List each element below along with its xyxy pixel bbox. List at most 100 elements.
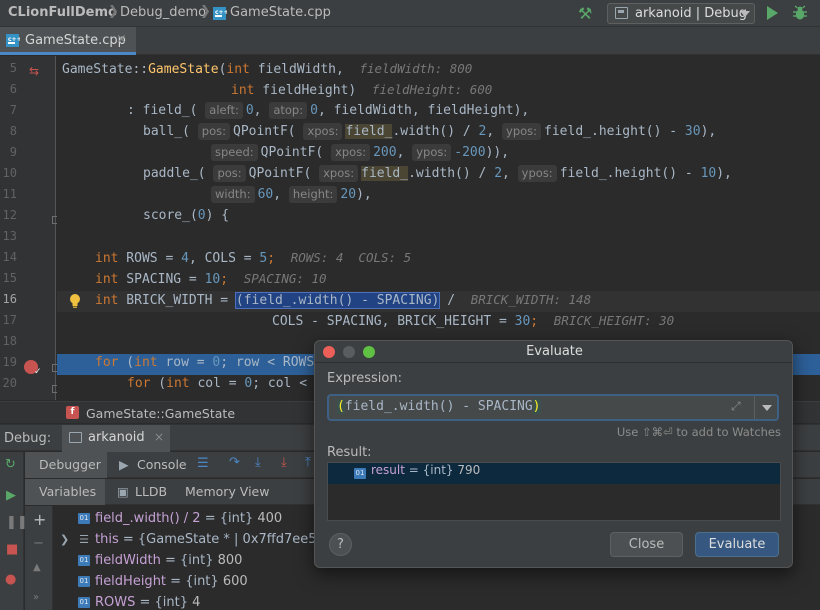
line-number: 20 [2,376,17,390]
code-line-11: width: 60, height: 20), [211,184,372,205]
parameter-hint: pos: [213,165,246,182]
inline-value: BRICK_HEIGHT: 30 [553,313,675,328]
code-line-14: int ROWS = 4, COLS = 5; ROWS: 4 COLS: 5 [95,250,412,266]
tab-memory-view[interactable]: Memory View [183,479,283,505]
configuration-icon [615,7,628,19]
parameter-hint: speed: [211,144,258,161]
result-row[interactable]: 01 result = {int} 790 [328,463,780,484]
breadcrumb-separator: ❯ [108,4,119,19]
tab-variables-label: Variables [39,484,97,499]
breadcrumb-project[interactable]: CLionFullDemo [8,5,117,20]
chevron-down-icon [740,11,750,17]
inline-value: ROWS: 4 COLS: 5 [290,250,412,265]
expression-input[interactable]: (field_.width() - SPACING) ⤢ [327,394,779,421]
parameter-hint: xpos: [331,144,371,161]
breadcrumb-folder[interactable]: Debug_demo [120,5,206,20]
run-configuration-label: arkanoid | Debug [635,6,748,21]
result-label: Result: [327,445,372,460]
line-number: 7 [9,103,17,117]
build-hammer-icon[interactable]: ⚒ [578,4,592,23]
expression-label: Expression: [327,371,402,386]
debug-side-toolbar: ↻ ▶ ❚❚ ■ ● [0,452,28,610]
usage-highlight: field_ [345,124,393,139]
parameter-hint: ypos: [412,144,452,161]
result-tree[interactable]: 01 result = {int} 790 [327,462,781,521]
debug-bug-icon[interactable] [792,5,808,21]
int-variable-icon: 01 [78,597,90,608]
dialog-title-bar: Evaluate [315,341,792,363]
show-execution-point-icon[interactable]: ☰ [197,456,209,471]
line-number: 8 [9,124,17,138]
dropdown-separator [754,396,755,419]
tab-console-label: Console [137,457,187,472]
step-out-icon[interactable]: ⤒ [305,455,311,470]
parameter-hint: xpos: [319,165,359,182]
breadcrumb-file[interactable]: GameState.cpp [230,5,331,20]
step-over-icon[interactable]: ↷ [229,455,240,470]
console-icon: ▶ [119,457,129,472]
stop-icon[interactable]: ■ [6,542,18,557]
force-step-into-icon[interactable]: ⤓ [281,455,287,470]
code-line-6: int fieldHeight) fieldHeight: 600 [231,82,493,98]
swap-declaration-icon[interactable]: ⇆ [29,64,39,78]
struct-variable-icon: ☰ [79,533,89,546]
view-breakpoints-icon[interactable]: ● [5,572,16,587]
line-number: 12 [2,208,17,222]
tab-label: GameState.cpp [25,33,126,48]
code-line-15: int SPACING = 10; SPACING: 10 [95,271,327,287]
int-variable-icon: 01 [78,513,90,524]
tab-lldb[interactable]: ▣ LLDB [113,479,175,505]
code-line-10: paddle_( pos: QPointF( xpos: field_.width(… [143,165,732,182]
expand-arrow-icon[interactable]: ❯ [60,529,69,550]
variable-row[interactable]: 01 fieldHeight = {int} 600 [54,571,820,592]
close-button[interactable]: Close [610,532,683,557]
terminal-icon: ▣ [117,484,129,499]
tab-variables[interactable]: Variables [25,479,105,505]
run-configuration-select[interactable]: arkanoid | Debug [607,3,755,24]
resume-icon[interactable]: ▶ [6,488,16,503]
parameter-hint: ypos: [517,165,557,182]
inline-value: SPACING: 10 [243,271,327,286]
cpp-file-icon: c++ [6,34,20,47]
move-up-icon[interactable]: ▲ [33,562,41,573]
int-variable-icon: 01 [354,468,366,479]
dialog-title: Evaluate [526,344,583,359]
tab-debugger[interactable]: Debugger [25,452,107,478]
editor-tab-bar: c++ GameState.cpp × [0,27,820,55]
line-number: 14 [2,250,17,264]
history-dropdown-icon[interactable] [762,405,772,411]
run-icon[interactable] [767,6,778,20]
parameter-hint: aleft: [205,102,243,119]
code-line-7: : field_( aleft: 0, atop: 0, fieldWidth, f… [127,102,530,119]
close-icon[interactable]: × [154,430,164,444]
close-icon[interactable]: × [116,32,127,47]
lightbulb-icon[interactable] [68,293,82,309]
evaluate-button[interactable]: Evaluate [695,532,779,557]
line-number: 17 [2,313,17,327]
code-line-19: for (int row = 0; row < ROWS [95,355,315,370]
remove-watch-icon[interactable]: − [33,536,44,551]
int-variable-icon: 01 [78,555,90,566]
line-number: 15 [2,271,17,285]
tab-console[interactable]: ▶ Console [115,452,195,478]
editor-gutter: 5 6 7 8 9 10 11 12 13 14 15 16 17 18 19 … [0,56,56,400]
rerun-icon[interactable]: ↻ [5,457,16,472]
structure-breadcrumb-label[interactable]: GameState::GameState [86,406,235,421]
expand-editor-icon[interactable]: ⤢ [731,399,741,414]
step-into-icon[interactable]: ⤓ [255,455,261,470]
svg-text:c++: c++ [8,36,20,43]
parameter-hint: width: [211,186,255,203]
tab-gamestate-cpp[interactable]: c++ GameState.cpp × [0,27,136,55]
line-number: 13 [2,229,17,243]
line-number: 9 [9,145,17,159]
line-number: 6 [9,82,17,96]
more-icon[interactable]: » [33,592,39,603]
code-line-5: GameState::GameState(int fieldWidth, fie… [62,61,473,77]
debug-session-tab[interactable]: arkanoid × [62,425,170,452]
parameter-hint: height: [288,186,338,203]
add-watch-icon[interactable]: + [33,510,46,529]
help-button[interactable]: ? [329,533,352,556]
debug-label: Debug: [4,431,52,446]
variable-row[interactable]: 01 ROWS = {int} 4 [54,592,820,610]
parameter-hint: ypos: [502,123,542,140]
